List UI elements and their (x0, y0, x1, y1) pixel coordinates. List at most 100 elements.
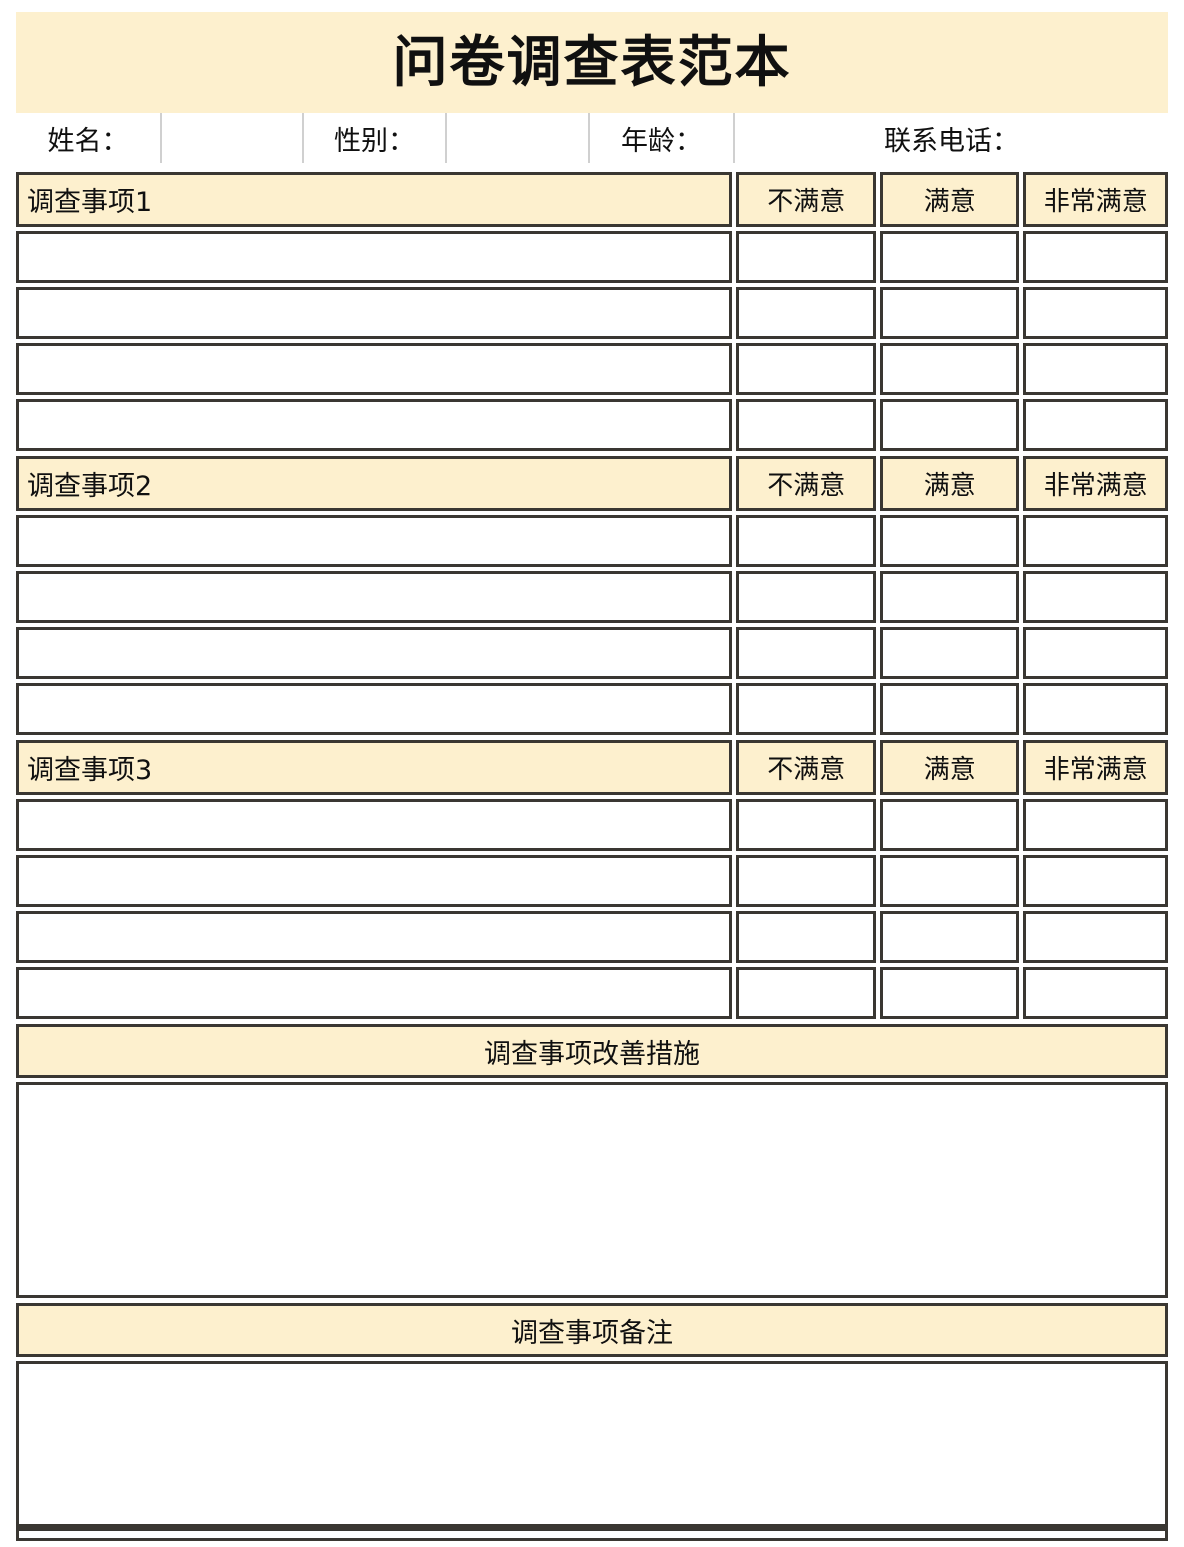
rating-cell-very-satisfied[interactable] (1023, 683, 1168, 735)
rating-cell-very-satisfied[interactable] (1023, 855, 1168, 907)
survey-section: 调查事项3 不满意 满意 非常满意 (16, 740, 1168, 1019)
table-row (16, 683, 1168, 735)
page-title-banner: 问卷调查表范本 (16, 12, 1168, 113)
section-title-cell: 调查事项2 (16, 456, 733, 511)
age-label-cell: 年龄： (590, 113, 735, 163)
rating-cell-dissatisfied[interactable] (736, 571, 876, 623)
rating-cell-satisfied[interactable] (879, 967, 1020, 1019)
table-row (16, 231, 1168, 283)
rating-cell-satisfied[interactable] (879, 287, 1020, 339)
section-header-row: 调查事项1 不满意 满意 非常满意 (16, 172, 1168, 227)
rating-header-satisfied: 满意 (879, 456, 1020, 511)
survey-section: 调查事项1 不满意 满意 非常满意 (16, 172, 1168, 451)
rating-cell-satisfied[interactable] (879, 343, 1020, 395)
question-input-cell[interactable] (16, 343, 733, 395)
question-input-cell[interactable] (16, 231, 733, 283)
phone-label-cell: 联系电话： (735, 113, 1168, 163)
question-input-cell[interactable] (16, 399, 733, 451)
rating-cell-dissatisfied[interactable] (736, 967, 876, 1019)
rating-cell-satisfied[interactable] (879, 911, 1020, 963)
rating-cell-very-satisfied[interactable] (1023, 231, 1168, 283)
rating-header-dissatisfied: 不满意 (736, 172, 876, 227)
name-input-cell[interactable] (162, 113, 304, 163)
gender-label: 性别： (334, 125, 415, 157)
remarks-body-input[interactable] (16, 1361, 1168, 1541)
rating-cell-dissatisfied[interactable] (736, 855, 876, 907)
rating-cell-satisfied[interactable] (879, 515, 1020, 567)
table-row (16, 799, 1168, 851)
rating-label-dissatisfied: 不满意 (767, 471, 846, 501)
rating-cell-very-satisfied[interactable] (1023, 967, 1168, 1019)
table-row (16, 399, 1168, 451)
question-input-cell[interactable] (16, 571, 733, 623)
rating-cell-dissatisfied[interactable] (736, 231, 876, 283)
improvement-header-text: 调查事项改善措施 (484, 1038, 700, 1070)
age-label: 年龄： (621, 125, 702, 157)
rating-cell-dissatisfied[interactable] (736, 399, 876, 451)
rating-cell-very-satisfied[interactable] (1023, 287, 1168, 339)
rating-cell-dissatisfied[interactable] (736, 343, 876, 395)
rating-cell-very-satisfied[interactable] (1023, 627, 1168, 679)
rating-cell-satisfied[interactable] (879, 683, 1020, 735)
remarks-header: 调查事项备注 (16, 1303, 1168, 1357)
table-row (16, 855, 1168, 907)
rating-label-very-satisfied: 非常满意 (1043, 755, 1148, 785)
rating-cell-satisfied[interactable] (879, 231, 1020, 283)
section-title: 调查事项2 (27, 471, 153, 502)
rating-cell-very-satisfied[interactable] (1023, 399, 1168, 451)
section-title: 调查事项3 (27, 755, 153, 786)
question-input-cell[interactable] (16, 627, 733, 679)
rating-cell-dissatisfied[interactable] (736, 799, 876, 851)
rating-label-very-satisfied: 非常满意 (1043, 471, 1148, 501)
section-title-cell: 调查事项3 (16, 740, 733, 795)
rating-cell-very-satisfied[interactable] (1023, 515, 1168, 567)
remarks-body-text (19, 1364, 27, 1395)
rating-cell-dissatisfied[interactable] (736, 287, 876, 339)
gender-label-cell: 性别： (304, 113, 447, 163)
name-label-cell: 姓名： (16, 113, 162, 163)
rating-cell-satisfied[interactable] (879, 627, 1020, 679)
rating-label-satisfied: 满意 (923, 187, 976, 217)
phone-label: 联系电话： (884, 125, 1019, 157)
rating-cell-dissatisfied[interactable] (736, 683, 876, 735)
rating-label-very-satisfied: 非常满意 (1043, 187, 1148, 217)
rating-label-dissatisfied: 不满意 (767, 755, 846, 785)
question-input-cell[interactable] (16, 287, 733, 339)
rating-cell-dissatisfied[interactable] (736, 627, 876, 679)
rating-cell-satisfied[interactable] (879, 855, 1020, 907)
table-row (16, 627, 1168, 679)
rating-cell-very-satisfied[interactable] (1023, 911, 1168, 963)
respondent-info-row: 姓名： 性别： 年龄： 联系电话： (16, 113, 1168, 163)
table-row (16, 287, 1168, 339)
rating-cell-satisfied[interactable] (879, 399, 1020, 451)
rating-label-satisfied: 满意 (923, 755, 976, 785)
rating-header-satisfied: 满意 (879, 740, 1020, 795)
page-title: 问卷调查表范本 (392, 30, 792, 94)
question-input-cell[interactable] (16, 911, 733, 963)
question-input-cell[interactable] (16, 967, 733, 1019)
improvement-body-text (19, 1085, 27, 1116)
gender-input-cell[interactable] (447, 113, 590, 163)
improvement-body-input[interactable] (16, 1082, 1168, 1298)
question-input-cell[interactable] (16, 683, 733, 735)
rating-header-dissatisfied: 不满意 (736, 456, 876, 511)
rating-label-dissatisfied: 不满意 (767, 187, 846, 217)
question-input-cell[interactable] (16, 515, 733, 567)
question-input-cell[interactable] (16, 799, 733, 851)
section-title-cell: 调查事项1 (16, 172, 733, 227)
question-input-cell[interactable] (16, 855, 733, 907)
rating-cell-very-satisfied[interactable] (1023, 343, 1168, 395)
rating-cell-satisfied[interactable] (879, 571, 1020, 623)
bottom-divider (16, 1524, 1168, 1531)
rating-cell-very-satisfied[interactable] (1023, 571, 1168, 623)
section-header-row: 调查事项2 不满意 满意 非常满意 (16, 456, 1168, 511)
improvement-header: 调查事项改善措施 (16, 1024, 1168, 1078)
rating-cell-very-satisfied[interactable] (1023, 799, 1168, 851)
rating-label-satisfied: 满意 (923, 471, 976, 501)
rating-header-very-satisfied: 非常满意 (1023, 456, 1168, 511)
rating-cell-dissatisfied[interactable] (736, 515, 876, 567)
rating-cell-satisfied[interactable] (879, 799, 1020, 851)
section-header-row: 调查事项3 不满意 满意 非常满意 (16, 740, 1168, 795)
rating-cell-dissatisfied[interactable] (736, 911, 876, 963)
section-title: 调查事项1 (27, 187, 153, 218)
